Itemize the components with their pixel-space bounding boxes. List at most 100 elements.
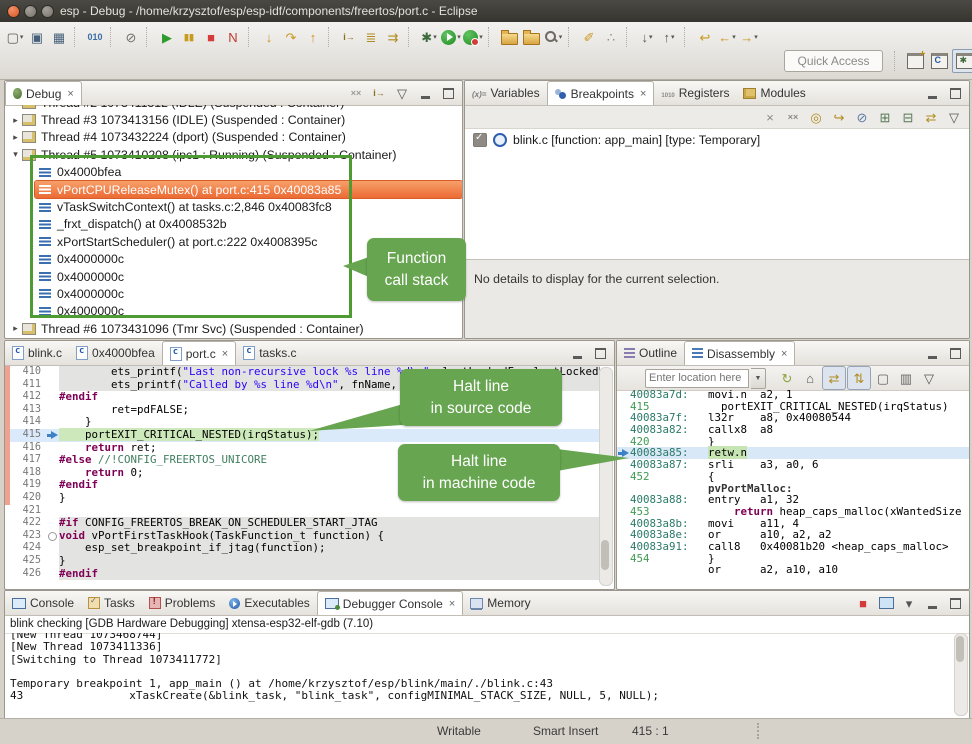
suspend-icon[interactable]: ▮▮ (178, 26, 200, 48)
tab-debugger-console[interactable]: Debugger Console× (317, 591, 464, 615)
chevron-right-icon[interactable]: ▸ (9, 105, 22, 108)
step-over-icon[interactable]: ↷ (280, 26, 302, 48)
close-tab-icon[interactable]: × (781, 348, 787, 360)
tab-tasks-c[interactable]: tasks.c (236, 341, 303, 365)
chevron-right-icon[interactable]: ▸ (9, 323, 22, 334)
skip-all-breakpoints-icon[interactable]: ⊘ (120, 26, 142, 48)
debug-icon[interactable]: ✱▾ (418, 26, 440, 48)
code-line[interactable]: 424 esp_set_breakpoint_if_jtag(function)… (5, 542, 600, 555)
forward-icon[interactable]: →▾ (738, 26, 760, 48)
location-dropdown-icon[interactable]: ▼ (751, 368, 766, 389)
tab-blink-c[interactable]: blink.c (5, 341, 69, 365)
window-close-button[interactable] (7, 5, 20, 18)
home-icon[interactable]: ⌂ (799, 367, 821, 389)
search-icon[interactable]: ▾ (542, 26, 564, 48)
chevron-down-icon[interactable]: ▾ (9, 149, 22, 160)
save-all-icon[interactable]: ▦ (48, 26, 70, 48)
collapse-all-icon[interactable]: ⊟ (897, 106, 919, 128)
go-to-file-icon[interactable]: ↪ (828, 106, 850, 128)
console-vertical-scrollbar[interactable] (954, 633, 968, 716)
minimize-icon[interactable] (414, 83, 436, 103)
annotation-prefs-icon[interactable]: ∴ (600, 26, 622, 48)
expand-all-icon[interactable]: ⊞ (874, 106, 896, 128)
window-minimize-button[interactable] (24, 5, 37, 18)
maximize-icon[interactable] (944, 343, 966, 363)
stack-frame-row[interactable]: _frxt_dispatch() at 0x4008532b (35, 216, 462, 233)
instruction-stepping-mode-icon[interactable]: i→ (368, 83, 390, 103)
stack-frame-row[interactable]: vPortCPUReleaseMutex() at port.c:415 0x4… (35, 181, 462, 198)
cpp-perspective-icon[interactable] (928, 50, 950, 72)
refresh-icon[interactable]: ↻ (776, 367, 798, 389)
tab-console[interactable]: Console (5, 591, 81, 615)
tab-port-c[interactable]: port.c× (162, 341, 236, 365)
tab-breakpoints[interactable]: Breakpoints× (547, 81, 655, 105)
location-input[interactable] (645, 369, 749, 388)
view-menu-icon[interactable]: ▽ (943, 106, 965, 128)
view-menu-icon[interactable]: ▽ (918, 367, 940, 389)
minimize-icon[interactable] (921, 593, 943, 613)
thread-row[interactable]: ▾Thread #5 1073410208 (ipc1 : Running) (… (5, 146, 462, 163)
run-icon[interactable]: ▾ (440, 26, 462, 48)
tab-memory[interactable]: Memory (463, 591, 537, 615)
pin-view-icon[interactable]: ▥ (895, 367, 917, 389)
show-breakpoints-for-icon[interactable]: ◎ (805, 106, 827, 128)
tab-tasks[interactable]: Tasks (81, 591, 142, 615)
tab-registers[interactable]: Registers (654, 81, 736, 105)
terminate-console-icon[interactable]: ■ (852, 593, 874, 613)
console-scrollbar-thumb[interactable] (956, 636, 964, 662)
minimize-icon[interactable] (566, 343, 588, 363)
back-icon[interactable]: ←▾ (716, 26, 738, 48)
quick-access-box[interactable]: Quick Access (784, 50, 883, 72)
minimize-icon[interactable] (921, 83, 943, 103)
code-line[interactable]: 426#endif (5, 568, 600, 581)
skip-all-icon[interactable]: ⊘ (851, 106, 873, 128)
close-tab-icon[interactable]: × (640, 88, 646, 100)
profile-icon[interactable]: ▾ (462, 26, 484, 48)
resume-icon[interactable]: ▶ (156, 26, 178, 48)
step-return-icon[interactable]: ↑ (302, 26, 324, 48)
stack-frame-row[interactable]: 0x4000bfea (35, 164, 462, 181)
terminate-icon[interactable]: ■ (200, 26, 222, 48)
chevron-right-icon[interactable]: ▸ (9, 132, 22, 143)
tab-0x4000bfea[interactable]: 0x4000bfea (69, 341, 162, 365)
editor-scrollbar-thumb[interactable] (601, 540, 609, 570)
close-tab-icon[interactable]: × (67, 88, 73, 100)
stack-frame-row[interactable]: vTaskSwitchContext() at tasks.c:2,846 0x… (35, 198, 462, 215)
tab-outline[interactable]: Outline (617, 341, 684, 365)
remove-all-terminated-icon[interactable]: ×× (345, 83, 367, 103)
maximize-icon[interactable] (944, 593, 966, 613)
sync-selection-icon[interactable]: ⇄ (822, 366, 846, 390)
tab-debug[interactable]: Debug× (5, 81, 82, 105)
tab-executables[interactable]: Executables (222, 591, 316, 615)
view-menu-icon[interactable]: ▽ (391, 83, 413, 103)
remove-all-breakpoints-icon[interactable]: ×× (782, 106, 804, 128)
show-debug-columns-icon[interactable]: ≣ (360, 26, 382, 48)
link-with-debug-icon[interactable]: ⇄ (920, 106, 942, 128)
instruction-stepping-icon[interactable]: i→ (338, 26, 360, 48)
debug-perspective-icon[interactable] (952, 49, 972, 73)
thread-row[interactable]: ▸Thread #3 1073413156 (IDLE) (Suspended … (5, 111, 462, 128)
open-element-icon[interactable] (498, 26, 520, 48)
previous-annotation-icon[interactable]: ↑▾ (658, 26, 680, 48)
new-wizard-icon[interactable]: ▢▾ (4, 26, 26, 48)
maximize-icon[interactable] (944, 83, 966, 103)
open-perspective-icon[interactable] (904, 50, 926, 72)
tab-modules[interactable]: Modules (736, 81, 812, 105)
maximize-icon[interactable] (437, 83, 459, 103)
sync-context-icon[interactable]: ⇅ (847, 366, 871, 390)
mark-occurrences-icon[interactable]: ✐ (578, 26, 600, 48)
open-resource-icon[interactable] (520, 26, 542, 48)
thread-row[interactable]: ▸Thread #6 1073431096 (Tmr Svc) (Suspend… (5, 320, 462, 337)
step-into-icon[interactable]: ↓ (258, 26, 280, 48)
save-icon[interactable]: ▣ (26, 26, 48, 48)
use-step-filters-icon[interactable]: ⇉ (382, 26, 404, 48)
disconnect-icon[interactable]: N (222, 26, 244, 48)
breakpoint-list-item[interactable]: blink.c [function: app_main] [type: Temp… (465, 129, 969, 149)
window-maximize-button[interactable] (41, 5, 54, 18)
close-tab-icon[interactable]: × (222, 348, 228, 360)
last-edit-location-icon[interactable]: ↩ (694, 26, 716, 48)
tab-variables[interactable]: Variables (465, 81, 547, 105)
thread-row[interactable]: ▸Thread #4 1073432224 (dport) (Suspended… (5, 129, 462, 146)
remove-breakpoint-icon[interactable]: × (759, 106, 781, 128)
disassembly-code-area[interactable]: 40083a7d: movi.n a2, 1415 portEXIT_CRITI… (617, 389, 969, 589)
